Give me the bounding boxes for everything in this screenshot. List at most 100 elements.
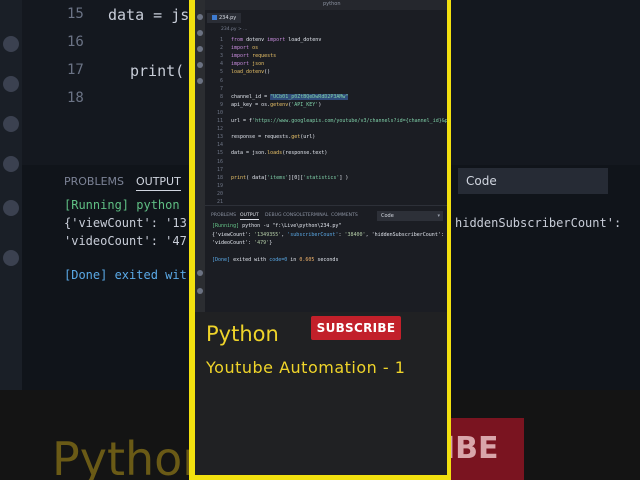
- bg-line-number: 15: [67, 6, 84, 22]
- line-number: 2: [219, 45, 223, 52]
- code-token: import: [231, 45, 253, 52]
- code-token: "UCb01_p0ZtBQeDwRdD2P3AMw": [270, 93, 349, 100]
- output-token: '38400': [344, 231, 366, 238]
- code-line[interactable]: channel_id = "UCb01_p0ZtBQeDwRdD2P3AMw": [231, 93, 349, 100]
- line-number: 12: [216, 126, 223, 133]
- code-token: 'https://www.googleapis.com/youtube/v3/c…: [252, 118, 447, 124]
- extensions-icon[interactable]: [197, 78, 203, 84]
- code-token: os: [252, 45, 259, 52]
- line-number: 11: [216, 118, 223, 124]
- run-debug-icon[interactable]: [197, 62, 203, 68]
- output-token: [Running]: [212, 223, 243, 229]
- code-token: import: [267, 37, 289, 43]
- output-token: [Done]: [212, 257, 234, 263]
- code-token: import: [231, 61, 253, 68]
- code-token: loads: [267, 150, 283, 157]
- code-line[interactable]: url = f'https://www.googleapis.com/youtu…: [231, 118, 447, 124]
- code-line[interactable]: api_key = os.getenv('API_KEY'): [231, 102, 321, 108]
- output-token: , 'hiddenSubscriberCount':: [365, 231, 444, 238]
- code-token: response = requests.: [231, 134, 292, 141]
- line-number: 17: [216, 166, 223, 173]
- line-number: 1: [219, 37, 223, 43]
- bg-output-line: 'videoCount': '47: [64, 234, 187, 248]
- code-token: (): [264, 69, 271, 76]
- output-token: '1349355': [254, 231, 282, 238]
- code-token: api_key = os.: [231, 101, 271, 108]
- bg-output-line: [Done] exited wit: [64, 268, 187, 282]
- tab-debug-console[interactable]: DEBUG CONSOLE: [265, 213, 305, 218]
- line-number: 5: [219, 69, 223, 76]
- code-token: 'statistics': [303, 174, 340, 181]
- code-token: get: [291, 134, 301, 141]
- bg-python-text: Python: [52, 432, 212, 480]
- output-token: 0.605: [299, 257, 315, 263]
- code-line[interactable]: from dotenv import load_dotenv: [231, 37, 321, 43]
- bg-output-right: hiddenSubscriberCount':: [455, 216, 622, 230]
- breadcrumb[interactable]: 234.py > ...: [221, 27, 247, 32]
- code-token: requests: [252, 53, 277, 60]
- tab-terminal[interactable]: TERMINAL: [305, 213, 328, 218]
- code-token: ( data[: [246, 174, 268, 181]
- line-number: 14: [216, 142, 223, 149]
- code-token: 'items': [267, 174, 289, 181]
- code-token: json: [252, 61, 265, 68]
- output-token: python -u "f:\Live\python\234.py": [242, 223, 342, 229]
- code-token: data = json.: [231, 150, 268, 157]
- code-line[interactable]: import os: [231, 45, 258, 51]
- code-token: load_dotenv: [231, 69, 265, 76]
- tab-label: 234.py: [219, 15, 237, 21]
- output-token: code=0: [269, 257, 288, 263]
- chevron-down-icon: ▾: [437, 213, 440, 219]
- window-title: python: [323, 1, 341, 7]
- bg-subscribe-fragment: IBE: [440, 418, 524, 480]
- output-line: {'viewCount': '1349355', 'subscriberCoun…: [212, 232, 444, 238]
- output-token: {'viewCount':: [212, 231, 255, 238]
- code-line[interactable]: import requests: [231, 53, 276, 59]
- line-number: 7: [219, 85, 223, 92]
- bg-files-icon: [3, 36, 19, 52]
- source-control-icon[interactable]: [197, 46, 203, 52]
- code-line[interactable]: print( data['items'][0]['statistics'] ): [231, 175, 348, 181]
- code-editor[interactable]: python 234.py 234.py > ... 1 from dotenv …: [205, 0, 447, 205]
- subscribe-button[interactable]: SUBSCRIBE: [311, 316, 401, 340]
- line-number: 20: [216, 190, 223, 197]
- bg-output-line: [Running] python: [64, 198, 180, 212]
- title-bar: python: [205, 0, 447, 10]
- code-line[interactable]: load_dotenv(): [231, 69, 270, 75]
- tab-problems[interactable]: PROBLEMS: [211, 213, 236, 218]
- bg-output-select: Code: [458, 168, 608, 194]
- code-token: print: [231, 174, 247, 181]
- explorer-icon[interactable]: [197, 14, 203, 20]
- line-number: 4: [219, 61, 223, 68]
- output-channel-select[interactable]: Code ▾: [377, 211, 443, 221]
- bg-account-icon: [3, 200, 19, 216]
- output-line: [Done] exited with code=0 in 0.605 secon…: [212, 257, 338, 263]
- code-line[interactable]: response = requests.get(url): [231, 134, 315, 140]
- line-number: 9: [219, 101, 223, 108]
- output-token: '479': [254, 240, 270, 246]
- code-token: ] ): [339, 174, 349, 181]
- activity-bar: [195, 0, 205, 312]
- code-token: from: [231, 37, 247, 43]
- output-panel: PROBLEMS OUTPUT DEBUG CONSOLE TERMINAL C…: [205, 205, 447, 313]
- output-token: in: [287, 257, 300, 263]
- line-number: 19: [216, 182, 223, 189]
- tab-output[interactable]: OUTPUT: [240, 213, 259, 220]
- code-token: channel_id =: [231, 93, 271, 100]
- code-token: url = f: [231, 118, 253, 124]
- account-icon[interactable]: [197, 270, 203, 276]
- code-line[interactable]: data = json.loads(response.text): [231, 150, 327, 156]
- code-token: 'API_KEY': [291, 101, 319, 108]
- settings-gear-icon[interactable]: [197, 288, 203, 294]
- editor-tab-234-py[interactable]: 234.py: [207, 13, 242, 23]
- bg-line-number: 18: [67, 90, 84, 106]
- search-icon[interactable]: [197, 30, 203, 36]
- tab-comments[interactable]: COMMENTS: [331, 213, 358, 218]
- output-line: 'videoCount': '479'}: [212, 240, 272, 246]
- bg-line-number: 17: [67, 62, 84, 78]
- code-line[interactable]: import json: [231, 61, 264, 67]
- bg-debug-icon: [3, 116, 19, 132]
- line-number: 18: [216, 174, 223, 181]
- python-title: Python: [206, 322, 279, 346]
- code-token: import: [231, 53, 253, 60]
